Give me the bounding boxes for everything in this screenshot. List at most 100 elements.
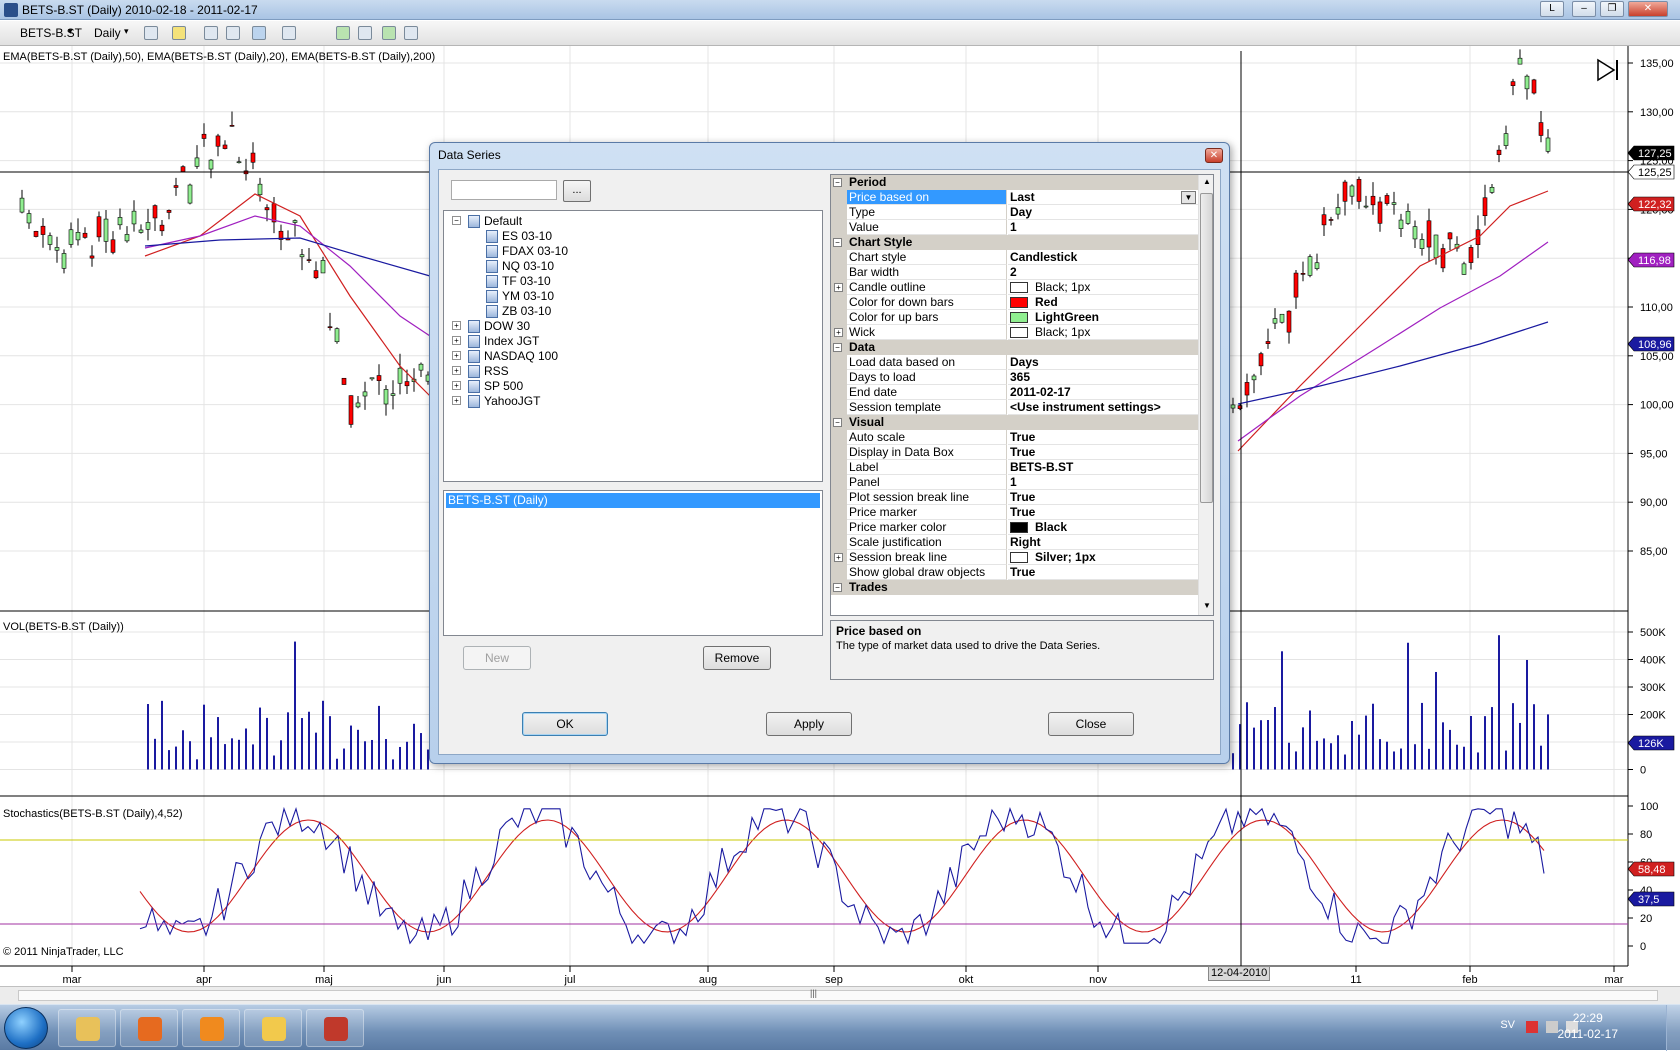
tree-leaf[interactable]: ES 03-10 [486, 228, 552, 244]
dialog-close-icon[interactable]: ✕ [1205, 148, 1223, 163]
new-button[interactable]: New [463, 646, 531, 670]
property-value[interactable]: LightGreen [1008, 310, 1198, 325]
property-value[interactable]: 1 [1008, 220, 1198, 235]
property-value[interactable]: Black; 1px [1008, 280, 1198, 295]
property-row[interactable]: Price marker True [831, 505, 1198, 520]
property-row[interactable]: Plot session break line True [831, 490, 1198, 505]
taskbar-app-explorer[interactable] [58, 1009, 116, 1047]
draw-line-icon[interactable] [204, 26, 218, 40]
ok-button[interactable]: OK [522, 712, 608, 736]
property-category[interactable]: − Period [831, 175, 1198, 190]
property-row[interactable]: Value 1 [831, 220, 1198, 235]
show-desktop-button[interactable] [1666, 1005, 1680, 1051]
collapse-icon[interactable]: − [833, 583, 842, 592]
indicators-icon[interactable] [336, 26, 350, 40]
tree-node[interactable]: + Index JGT [452, 333, 539, 349]
tree-leaf[interactable]: YM 03-10 [486, 288, 554, 304]
expand-icon[interactable]: + [452, 366, 461, 375]
scroll-track[interactable] [18, 990, 1658, 1001]
link-button[interactable]: L [1540, 1, 1564, 17]
remove-button[interactable]: Remove [703, 646, 771, 670]
chart-scrollbar[interactable]: ||| [0, 986, 1680, 1004]
eraser-icon[interactable] [226, 26, 240, 40]
scroll-up-icon[interactable]: ▲ [1203, 177, 1211, 186]
tree-leaf[interactable]: TF 03-10 [486, 273, 551, 289]
property-value[interactable]: Black [1008, 520, 1198, 535]
tree-leaf[interactable]: FDAX 03-10 [486, 243, 568, 259]
property-scrollbar[interactable]: ▲ ▼ [1198, 175, 1213, 615]
property-row[interactable]: Bar width 2 [831, 265, 1198, 280]
property-value[interactable]: True [1008, 505, 1198, 520]
restore-button[interactable]: ❐ [1600, 1, 1624, 17]
property-row[interactable]: Days to load 365 [831, 370, 1198, 385]
taskbar-app-firefox[interactable] [120, 1009, 178, 1047]
property-value[interactable]: Black; 1px [1008, 325, 1198, 340]
property-value[interactable]: Day [1008, 205, 1198, 220]
collapse-icon[interactable]: − [833, 178, 842, 187]
property-category[interactable]: − Trades [831, 580, 1198, 595]
minimize-button[interactable]: – [1572, 1, 1596, 17]
property-value[interactable]: True [1008, 565, 1198, 580]
tree-leaf[interactable]: NQ 03-10 [486, 258, 554, 274]
expand-icon[interactable]: + [452, 336, 461, 345]
property-row[interactable]: Chart style Candlestick [831, 250, 1198, 265]
property-category[interactable]: − Chart Style [831, 235, 1198, 250]
property-row[interactable]: Label BETS-B.ST [831, 460, 1198, 475]
property-value[interactable]: BETS-B.ST [1008, 460, 1198, 475]
data-series-list[interactable]: BETS-B.ST (Daily) [443, 490, 823, 636]
scroll-thumb-grip[interactable]: ||| [810, 988, 817, 998]
expand-icon[interactable]: + [834, 553, 843, 562]
language-indicator[interactable]: SV [1500, 1019, 1515, 1031]
instrument-search-input[interactable] [451, 180, 557, 200]
property-row[interactable]: Color for down bars Red [831, 295, 1198, 310]
start-button[interactable] [4, 1007, 48, 1049]
property-row[interactable]: Display in Data Box True [831, 445, 1198, 460]
expand-icon[interactable]: + [452, 321, 461, 330]
property-value[interactable]: 1 [1008, 475, 1198, 490]
property-row[interactable]: Type Day [831, 205, 1198, 220]
tree-node[interactable]: − Default [452, 213, 522, 229]
property-value[interactable]: Red [1008, 295, 1198, 310]
close-window-button[interactable]: ✕ [1628, 1, 1668, 17]
property-value[interactable]: 2011-02-17 [1008, 385, 1198, 400]
dollar-icon[interactable] [382, 26, 396, 40]
tree-node[interactable]: + NASDAQ 100 [452, 348, 558, 364]
property-value[interactable]: True [1008, 430, 1198, 445]
bar-type-icon[interactable] [144, 26, 158, 40]
property-row[interactable]: Price based on Last ▼ [831, 190, 1198, 205]
property-row[interactable]: Scale justification Right [831, 535, 1198, 550]
collapse-icon[interactable]: − [833, 238, 842, 247]
tree-node[interactable]: + YahooJGT [452, 393, 540, 409]
property-row[interactable]: Auto scale True [831, 430, 1198, 445]
scroll-thumb[interactable] [1200, 193, 1213, 503]
pencil-icon[interactable] [172, 26, 186, 40]
property-value[interactable]: Silver; 1px [1008, 550, 1198, 565]
property-row[interactable]: Load data based on Days [831, 355, 1198, 370]
expand-icon[interactable]: + [834, 283, 843, 292]
property-value[interactable]: Days [1008, 355, 1198, 370]
tree-node[interactable]: + RSS [452, 363, 509, 379]
property-value[interactable]: Candlestick [1008, 250, 1198, 265]
expand-icon[interactable]: + [452, 351, 461, 360]
property-value[interactable]: <Use instrument settings> [1008, 400, 1198, 415]
property-row[interactable]: + Session break line Silver; 1px [831, 550, 1198, 565]
property-value[interactable]: True [1008, 490, 1198, 505]
browse-button[interactable]: ... [563, 180, 591, 202]
collapse-icon[interactable]: − [833, 343, 842, 352]
property-category[interactable]: − Visual [831, 415, 1198, 430]
expand-icon[interactable]: + [452, 381, 461, 390]
property-row[interactable]: Show global draw objects True [831, 565, 1198, 580]
property-row[interactable]: + Wick Black; 1px [831, 325, 1198, 340]
period-selector[interactable]: Daily [94, 26, 121, 40]
tree-node[interactable]: + SP 500 [452, 378, 523, 394]
property-grid[interactable]: − Period Price based on Last ▼ Type Day Value 1−… [830, 174, 1214, 616]
collapse-icon[interactable]: − [833, 418, 842, 427]
property-row[interactable]: End date 2011-02-17 [831, 385, 1198, 400]
list-item[interactable]: BETS-B.ST (Daily) [446, 493, 820, 508]
instrument-tree[interactable]: − Default ES 03-10 FDAX 03-10 NQ 03-10 TF 03-… [443, 210, 823, 482]
property-row[interactable]: + Candle outline Black; 1px [831, 280, 1198, 295]
clock[interactable]: 22:29 2011-02-17 [1558, 1010, 1619, 1042]
property-row[interactable]: Price marker color Black [831, 520, 1198, 535]
property-row[interactable]: Session template <Use instrument settings… [831, 400, 1198, 415]
dropdown-arrow-icon[interactable]: ▼ [1181, 191, 1196, 204]
